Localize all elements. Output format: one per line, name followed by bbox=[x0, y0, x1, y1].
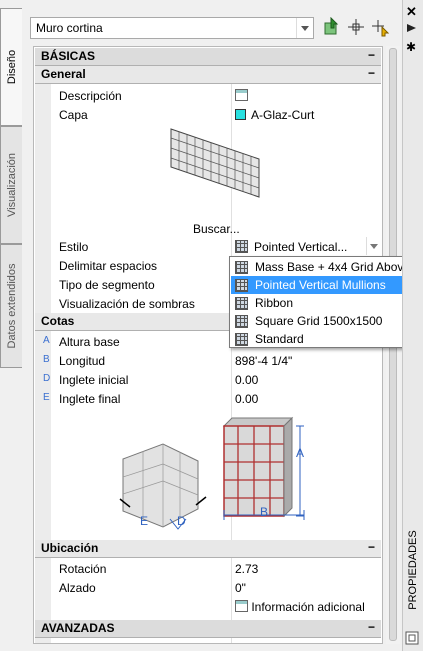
row-capa[interactable]: Capa A-Glaz-Curt bbox=[35, 105, 381, 124]
row-value[interactable]: 898'-4 1/4" bbox=[235, 354, 292, 368]
additional-info-button[interactable]: Información adicional bbox=[235, 600, 365, 614]
collapse-icon[interactable]: − bbox=[368, 48, 375, 62]
row-alzado[interactable]: Alzado 0" bbox=[35, 578, 381, 597]
select-objects-icon[interactable] bbox=[322, 17, 342, 37]
palette-settings-icon[interactable] bbox=[405, 631, 419, 645]
diagram-label-b: B bbox=[260, 505, 269, 519]
auto-hide-icon[interactable] bbox=[406, 22, 418, 34]
style-value[interactable]: Pointed Vertical... bbox=[235, 240, 347, 254]
row-info-adicional[interactable]: Información adicional bbox=[35, 597, 381, 616]
collapse-icon[interactable]: − bbox=[368, 540, 375, 554]
row-label: Inglete inicial bbox=[59, 373, 129, 387]
row-label: Capa bbox=[59, 108, 88, 122]
row-value[interactable]: 0.00 bbox=[235, 373, 258, 387]
object-type-value: Muro cortina bbox=[36, 21, 103, 35]
row-rotacion[interactable]: Rotación 2.73 bbox=[35, 559, 381, 578]
dropdown-item-selected[interactable]: Pointed Vertical Mullions bbox=[231, 276, 412, 294]
dropdown-item[interactable]: Standard bbox=[231, 330, 412, 348]
close-icon[interactable]: ✕ bbox=[406, 4, 417, 20]
tab-label: Datos extendidos bbox=[5, 263, 18, 349]
style-dropdown-list[interactable]: Mass Base + 4x4 Grid Above Pointed Verti… bbox=[229, 256, 414, 348]
browse-link[interactable]: Buscar... bbox=[193, 222, 240, 236]
row-label: Estilo bbox=[59, 240, 89, 254]
row-label: Rotación bbox=[59, 562, 107, 576]
row-value[interactable]: 0" bbox=[235, 581, 246, 595]
section-basicas[interactable]: BÁSICAS − bbox=[35, 48, 381, 66]
row-value[interactable]: 2.73 bbox=[235, 562, 258, 576]
tab-diseno[interactable]: Diseño bbox=[0, 8, 22, 126]
row-label: Inglete final bbox=[59, 392, 121, 406]
row-label: Longitud bbox=[59, 354, 106, 368]
row-label: Altura base bbox=[59, 335, 120, 349]
dropdown-item[interactable]: Square Grid 1500x1500 bbox=[231, 312, 412, 330]
properties-menu-icon[interactable]: ✱ bbox=[406, 40, 416, 54]
layer-color-swatch bbox=[235, 109, 246, 120]
document-icon bbox=[235, 600, 248, 612]
object-type-select[interactable]: Muro cortina bbox=[30, 17, 314, 39]
tab-label: Diseño bbox=[5, 49, 18, 85]
dimension-letter: B bbox=[43, 354, 50, 365]
collapse-icon[interactable]: − bbox=[368, 620, 375, 634]
tab-visualizacion[interactable]: Visualización bbox=[0, 126, 22, 244]
category-ubicacion[interactable]: Ubicación − bbox=[35, 540, 381, 558]
dropdown-item[interactable]: Ribbon bbox=[231, 294, 412, 312]
row-estilo[interactable]: Estilo Pointed Vertical... bbox=[35, 237, 381, 256]
curtain-wall-preview-image bbox=[170, 128, 260, 198]
miter-diagram bbox=[119, 443, 207, 530]
chevron-down-icon[interactable] bbox=[296, 18, 313, 38]
collapse-icon[interactable]: − bbox=[368, 66, 375, 80]
row-inglete-inicial[interactable]: D Inglete inicial 0.00 bbox=[35, 370, 381, 389]
diagram-label-a: A bbox=[296, 446, 305, 460]
dimension-letter: D bbox=[43, 373, 51, 384]
diagram-label-e: E bbox=[140, 514, 149, 528]
dimension-letter: A bbox=[43, 335, 50, 346]
row-label: Descripción bbox=[59, 89, 122, 103]
description-edit-icon[interactable] bbox=[235, 89, 248, 103]
row-descripcion[interactable]: Descripción bbox=[35, 86, 381, 105]
row-label: Visualización de sombras bbox=[59, 297, 195, 311]
chevron-down-icon[interactable] bbox=[366, 237, 381, 255]
row-label: Delimitar espacios bbox=[59, 259, 158, 273]
dimension-letter: E bbox=[43, 392, 50, 403]
row-value[interactable]: 0.00 bbox=[235, 392, 258, 406]
category-label: Cotas bbox=[41, 314, 75, 328]
layer-value[interactable]: A-Glaz-Curt bbox=[235, 108, 314, 122]
section-label: AVANZADAS bbox=[41, 621, 115, 635]
quick-select-icon[interactable] bbox=[370, 17, 390, 37]
dropdown-item[interactable]: Mass Base + 4x4 Grid Above bbox=[231, 258, 412, 276]
category-label: Ubicación bbox=[41, 541, 99, 555]
section-avanzadas[interactable]: AVANZADAS − bbox=[35, 620, 381, 638]
row-label: Alzado bbox=[59, 581, 96, 595]
section-label: BÁSICAS bbox=[41, 49, 96, 63]
tab-datos-extendidos[interactable]: Datos extendidos bbox=[0, 244, 22, 368]
row-longitud[interactable]: B Longitud 898'-4 1/4" bbox=[35, 351, 381, 370]
diagram-label-d: D bbox=[177, 514, 186, 528]
palette-title: PROPIEDADES bbox=[406, 530, 419, 610]
category-label: General bbox=[41, 67, 86, 81]
row-inglete-final[interactable]: E Inglete final 0.00 bbox=[35, 389, 381, 408]
row-label: Tipo de segmento bbox=[59, 278, 155, 292]
category-general[interactable]: General − bbox=[35, 66, 381, 84]
tab-label: Visualización bbox=[5, 152, 18, 218]
pick-point-icon[interactable] bbox=[346, 17, 366, 37]
